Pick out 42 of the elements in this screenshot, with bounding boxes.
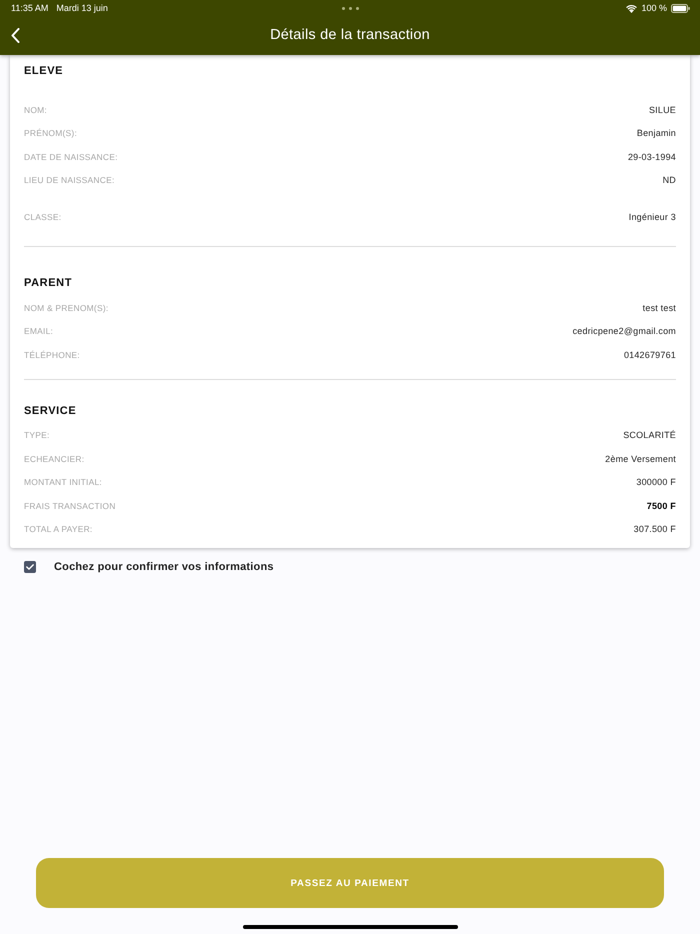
field-value: Ingénieur 3 (628, 212, 676, 222)
field-value: 307.500 F (634, 524, 676, 534)
section-title: ELEVE (24, 64, 64, 78)
field-label: PRÉNOM(S): (24, 128, 77, 138)
pay-button[interactable]: PASSEZ AU PAIEMENT (36, 858, 664, 908)
field-value: 0142679761 (624, 350, 676, 360)
field-label: MONTANT INITIAL: (24, 477, 102, 488)
field-value: test test (642, 302, 676, 313)
status-date: Mardi 13 juin (56, 3, 108, 14)
field-value: 29-03-1994 (628, 152, 676, 162)
section-title: SERVICE (24, 404, 78, 418)
field-label: FRAIS TRANSACTION (24, 500, 116, 511)
battery-icon (671, 4, 690, 13)
field-value: cedricpene2@gmail.com (572, 326, 676, 336)
wifi-icon (626, 4, 638, 12)
field-label: TOTAL A PAYER: (24, 524, 92, 534)
screen-title: Détails de la transaction (270, 26, 430, 44)
battery-percent: 100 % (641, 3, 667, 14)
field-value: 7500 F (646, 500, 676, 511)
field-label: TÉLÉPHONE: (24, 350, 80, 360)
field-value: 2ème Versement (605, 454, 676, 464)
chevron-left-icon (11, 28, 20, 42)
field-label: ECHEANCIER: (24, 454, 84, 464)
field-label: DATE DE NAISSANCE: (24, 152, 118, 162)
status-time: 11:35 AM (11, 3, 48, 14)
field-label: CLASSE: (24, 212, 62, 222)
field-value: ND (662, 175, 676, 186)
field-value: Benjamin (636, 128, 676, 138)
field-label: NOM & PRENOM(S): (24, 302, 108, 313)
field-label: LIEU DE NAISSANCE: (24, 175, 115, 186)
field-value: 300000 F (636, 477, 676, 488)
dots-icon[interactable] (342, 7, 359, 10)
back-button[interactable] (11, 28, 20, 42)
field-label: TYPE: (24, 430, 50, 440)
field-label: NOM: (24, 104, 47, 115)
field-value: SILUE (648, 104, 676, 115)
field-label: EMAIL: (24, 326, 54, 336)
field-value: SCOLARITÉ (623, 430, 676, 440)
checkmark-icon (26, 564, 34, 570)
section-title: PARENT (24, 276, 74, 290)
confirm-label: Cochez pour confirmer vos informations (54, 561, 274, 573)
checkbox[interactable] (24, 561, 36, 573)
